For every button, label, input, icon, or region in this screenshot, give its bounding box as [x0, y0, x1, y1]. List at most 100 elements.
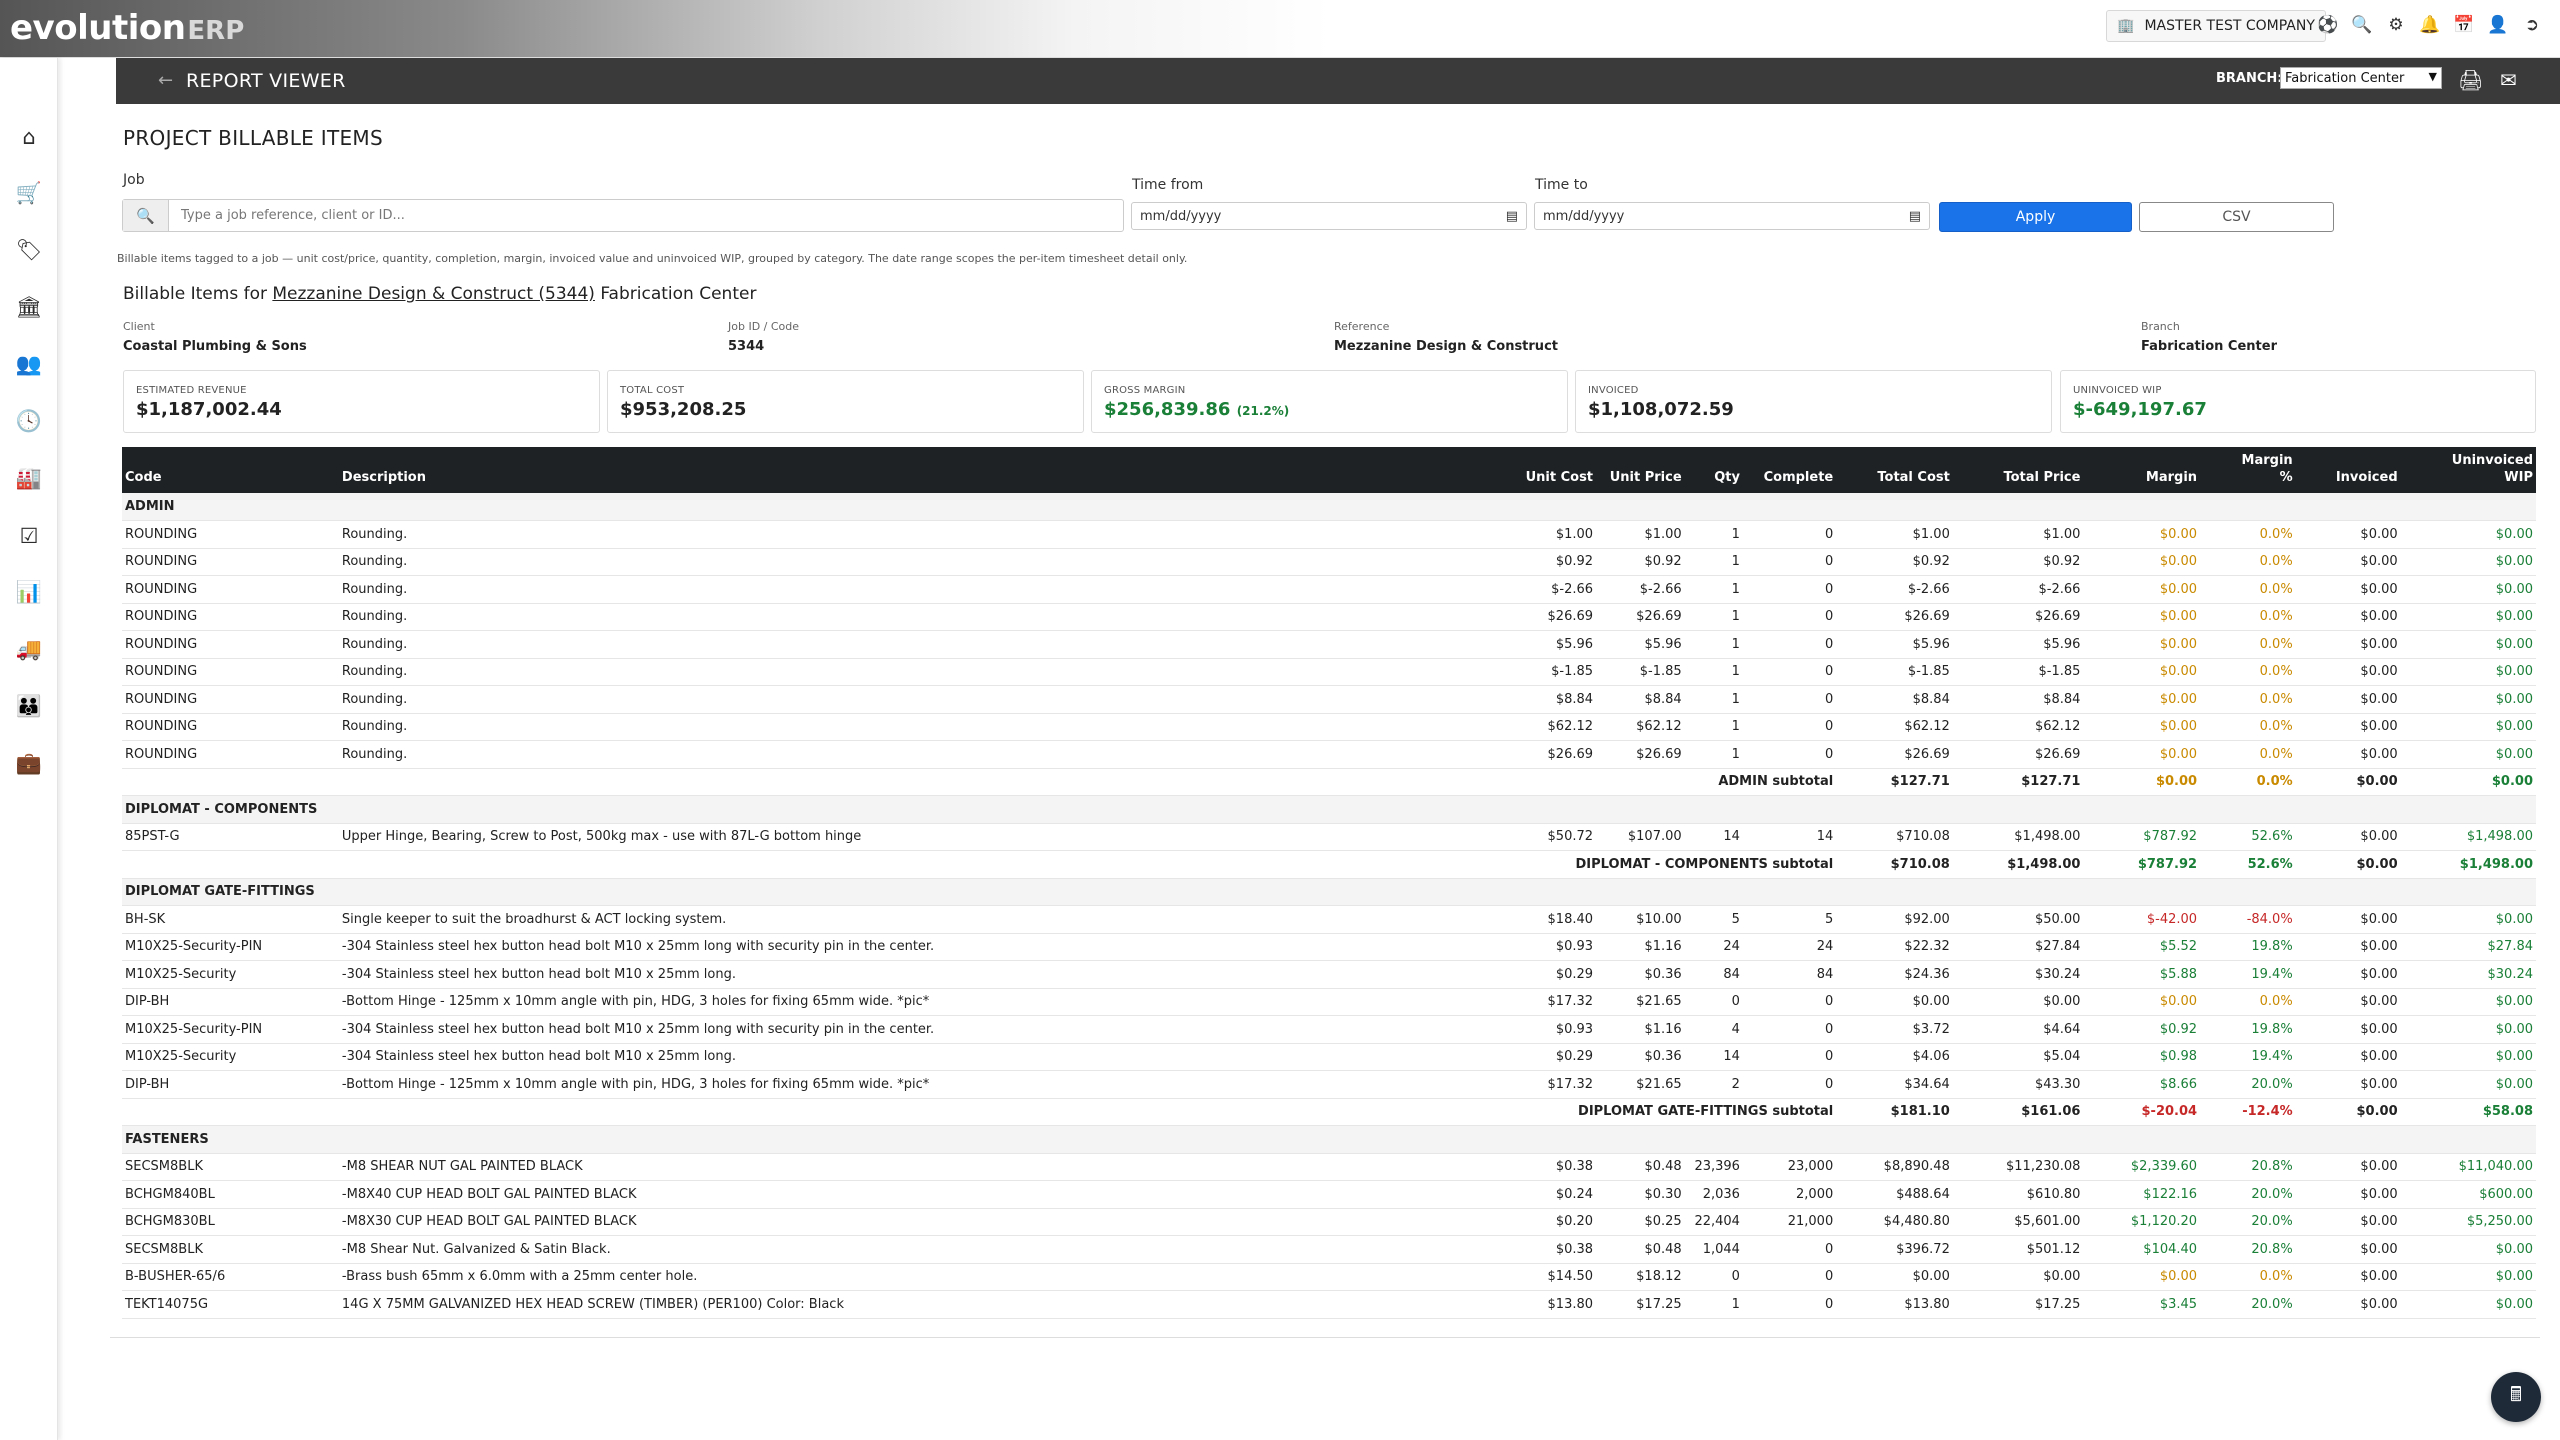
back-arrow-icon[interactable]: ← [158, 70, 173, 91]
column-header[interactable]: Code [122, 447, 339, 493]
table-row[interactable]: DIP-BH -Bottom Hinge - 125mm x 10mm angle… [122, 1071, 2536, 1098]
calendar-icon[interactable]: 📅 [2453, 12, 2474, 38]
table-row[interactable]: BCHGM840BL -M8X40 CUP HEAD BOLT GAL PAINT… [122, 1181, 2536, 1208]
table-row[interactable]: SECSM8BLK -M8 SHEAR NUT GAL PAINTED BLACK… [122, 1153, 2536, 1181]
table-row[interactable]: ROUNDING Rounding. $26.69 $26.69 1 0 $26.69 $26… [122, 603, 2536, 631]
user-icon[interactable]: 👤 [2487, 12, 2508, 38]
margin: $0.92 [2159, 1021, 2198, 1037]
sidebar-item-tasks[interactable]: ☑ [0, 507, 58, 564]
email-icon[interactable]: ✉ [2500, 68, 2517, 92]
table-row[interactable]: TEKT14075G 14G X 75MM GALVANIZED HEX HEAD… [122, 1291, 2536, 1318]
table-row[interactable]: ROUNDING Rounding. $0.92 $0.92 1 0 $0.92 $0.92 $… [122, 548, 2536, 576]
item-description: Rounding. [341, 719, 408, 735]
table-row[interactable]: SECSM8BLK -M8 Shear Nut. Galvanized & Sat… [122, 1236, 2536, 1263]
print-icon[interactable]: 🖨 [2458, 68, 2483, 92]
column-header[interactable]: Complete [1743, 447, 1836, 493]
unit-cost: $62.12 [1547, 719, 1594, 735]
table-row[interactable]: BCHGM830BL -M8X30 CUP HEAD BOLT GAL PAINT… [122, 1208, 2536, 1236]
table-row[interactable]: ROUNDING Rounding. $26.69 $26.69 1 0 $26.69 $26… [122, 741, 2536, 768]
sidebar-item-finance[interactable]: 🏛 [0, 279, 58, 336]
item-description: -304 Stainless steel hex button head bol… [341, 1049, 736, 1065]
info-client: Client Coastal Plumbing & Sons [123, 320, 307, 354]
time-from-input[interactable]: mm/dd/yyyy ▤ [1131, 202, 1527, 230]
bell-icon[interactable]: 🔔 [2419, 12, 2440, 38]
column-header[interactable]: Uninvoiced WIP [2401, 447, 2536, 493]
sidebar-item-reports[interactable]: 📊 [0, 564, 58, 621]
table-row[interactable]: ROUNDING Rounding. $-1.85 $-1.85 1 0 $-1.85 $-1… [122, 658, 2536, 686]
total-cost: $8.84 [1912, 691, 1950, 707]
calendar-icon[interactable]: ▤ [1506, 209, 1518, 224]
complete: 0 [1824, 746, 1834, 762]
column-header[interactable]: Total Cost [1836, 447, 1953, 493]
sidebar-item-pricing[interactable]: 🏷 [0, 222, 58, 279]
uninvoiced-wip: $30.24 [2487, 966, 2534, 982]
sidebar-item-sales[interactable]: 🛒 [0, 165, 58, 222]
total-price: $8.84 [2043, 691, 2081, 707]
unit-cost: $5.96 [1555, 636, 1594, 652]
support-icon[interactable]: ⚽ [2317, 12, 2338, 38]
column-header[interactable]: Margin % [2200, 447, 2296, 493]
column-header[interactable]: Qty [1685, 447, 1743, 493]
job-search-input[interactable]: 🔍 Type a job reference, client or ID... [122, 199, 1124, 232]
truck-icon: 🚚 [15, 637, 43, 661]
table-row[interactable]: ROUNDING Rounding. $-2.66 $-2.66 1 0 $-2.66 $-2… [122, 576, 2536, 603]
table-row[interactable]: ROUNDING Rounding. $5.96 $5.96 1 0 $5.96 $5.96 $… [122, 631, 2536, 658]
category-name: ADMIN [122, 493, 2536, 521]
csv-button[interactable]: CSV [2139, 202, 2334, 232]
logo[interactable]: evolution ERP [10, 6, 244, 50]
time-to-input[interactable]: mm/dd/yyyy ▤ [1534, 202, 1930, 230]
item-code: M10X25-Security [125, 1049, 237, 1065]
column-header[interactable]: Total Price [1953, 447, 2084, 493]
total-price: $0.00 [2043, 994, 2081, 1010]
table-row[interactable]: B-BUSHER-65/6 -Brass bush 65mm x 6.0mm wi… [122, 1263, 2536, 1291]
column-header[interactable]: Margin [2083, 447, 2200, 493]
table-row[interactable]: 85PST-G Upper Hinge, Bearing, Screw to Po… [122, 823, 2536, 851]
table-row[interactable]: M10X25-Security -304 Stainless steel hex … [122, 1043, 2536, 1071]
extensions-icon[interactable]: ⚙ [2386, 12, 2406, 38]
search-icon[interactable]: 🔍 [2351, 12, 2372, 38]
sidebar-item-home[interactable]: ⌂ [0, 108, 58, 165]
table-row[interactable]: M10X25-Security-PIN -304 Stainless steel … [122, 933, 2536, 961]
time-to-value: mm/dd/yyyy [1543, 208, 1625, 224]
apply-button[interactable]: Apply [1939, 202, 2132, 232]
sidebar-item-time[interactable]: 🕓 [0, 393, 58, 450]
subtotal-uninvoiced-wip: $1,498.00 [2459, 856, 2533, 872]
subtotal-margin-pct: 52.6% [2247, 856, 2293, 872]
top-bar: evolution ERP 🏢 MASTER TEST COMPANY ⚽ 🔍 … [0, 0, 2560, 58]
total-price: $501.12 [2026, 1241, 2081, 1257]
sidebar-item-tools[interactable]: 💼 [0, 735, 58, 792]
qty: 1 [1731, 719, 1740, 735]
subtotal-total-price: $1,498.00 [2007, 856, 2081, 872]
table-row[interactable]: ROUNDING Rounding. $1.00 $1.00 1 0 $1.00 $1.00 $… [122, 521, 2536, 548]
margin-pct: 20.0% [2251, 1296, 2293, 1312]
calendar-icon[interactable]: ▤ [1909, 209, 1921, 224]
company-selector[interactable]: 🏢 MASTER TEST COMPANY [2106, 10, 2326, 42]
table-row[interactable]: ROUNDING Rounding. $62.12 $62.12 1 0 $62.12 $62… [122, 713, 2536, 741]
item-description: Rounding. [341, 636, 408, 652]
calculator-button[interactable]: 🖩 [2491, 1372, 2541, 1422]
table-row[interactable]: DIP-BH -Bottom Hinge - 125mm x 10mm angle… [122, 988, 2536, 1016]
branch-select[interactable]: Fabrication Center ▼ [2280, 67, 2442, 89]
table-row[interactable]: BH-SK Single keeper to suit the broadhurs… [122, 906, 2536, 933]
sidebar-item-production[interactable]: 🏭 [0, 450, 58, 507]
item-code: ROUNDING [125, 691, 198, 707]
table-row[interactable]: ROUNDING Rounding. $8.84 $8.84 1 0 $8.84 $8.84 $… [122, 686, 2536, 713]
total-price: $50.00 [2034, 911, 2081, 927]
column-header[interactable]: Invoiced [2296, 447, 2401, 493]
subtotal-total-cost: $127.71 [1890, 774, 1950, 790]
invoiced: $0.00 [2360, 1021, 2398, 1037]
table-row[interactable]: M10X25-Security -304 Stainless steel hex … [122, 961, 2536, 988]
sidebar-item-contacts[interactable]: 👥 [0, 336, 58, 393]
sidebar-item-users[interactable]: 👪 [0, 678, 58, 735]
qty: 24 [1723, 939, 1740, 955]
sidebar-item-fleet[interactable]: 🚚 [0, 621, 58, 678]
column-header[interactable]: Unit Cost [1505, 447, 1596, 493]
logout-icon[interactable]: ➲ [2522, 12, 2542, 38]
job-link[interactable]: Mezzanine Design & Construct (5344) [272, 284, 595, 304]
column-header[interactable]: Description [339, 447, 1505, 493]
item-code: DIP-BH [125, 994, 170, 1010]
column-header[interactable]: Unit Price [1596, 447, 1685, 493]
table-row[interactable]: M10X25-Security-PIN -304 Stainless steel … [122, 1016, 2536, 1043]
subtotal-row: ADMIN subtotal $127.71 $127.71 $0.00 0.0% $0.… [122, 768, 2536, 796]
item-code: ROUNDING [125, 664, 198, 680]
